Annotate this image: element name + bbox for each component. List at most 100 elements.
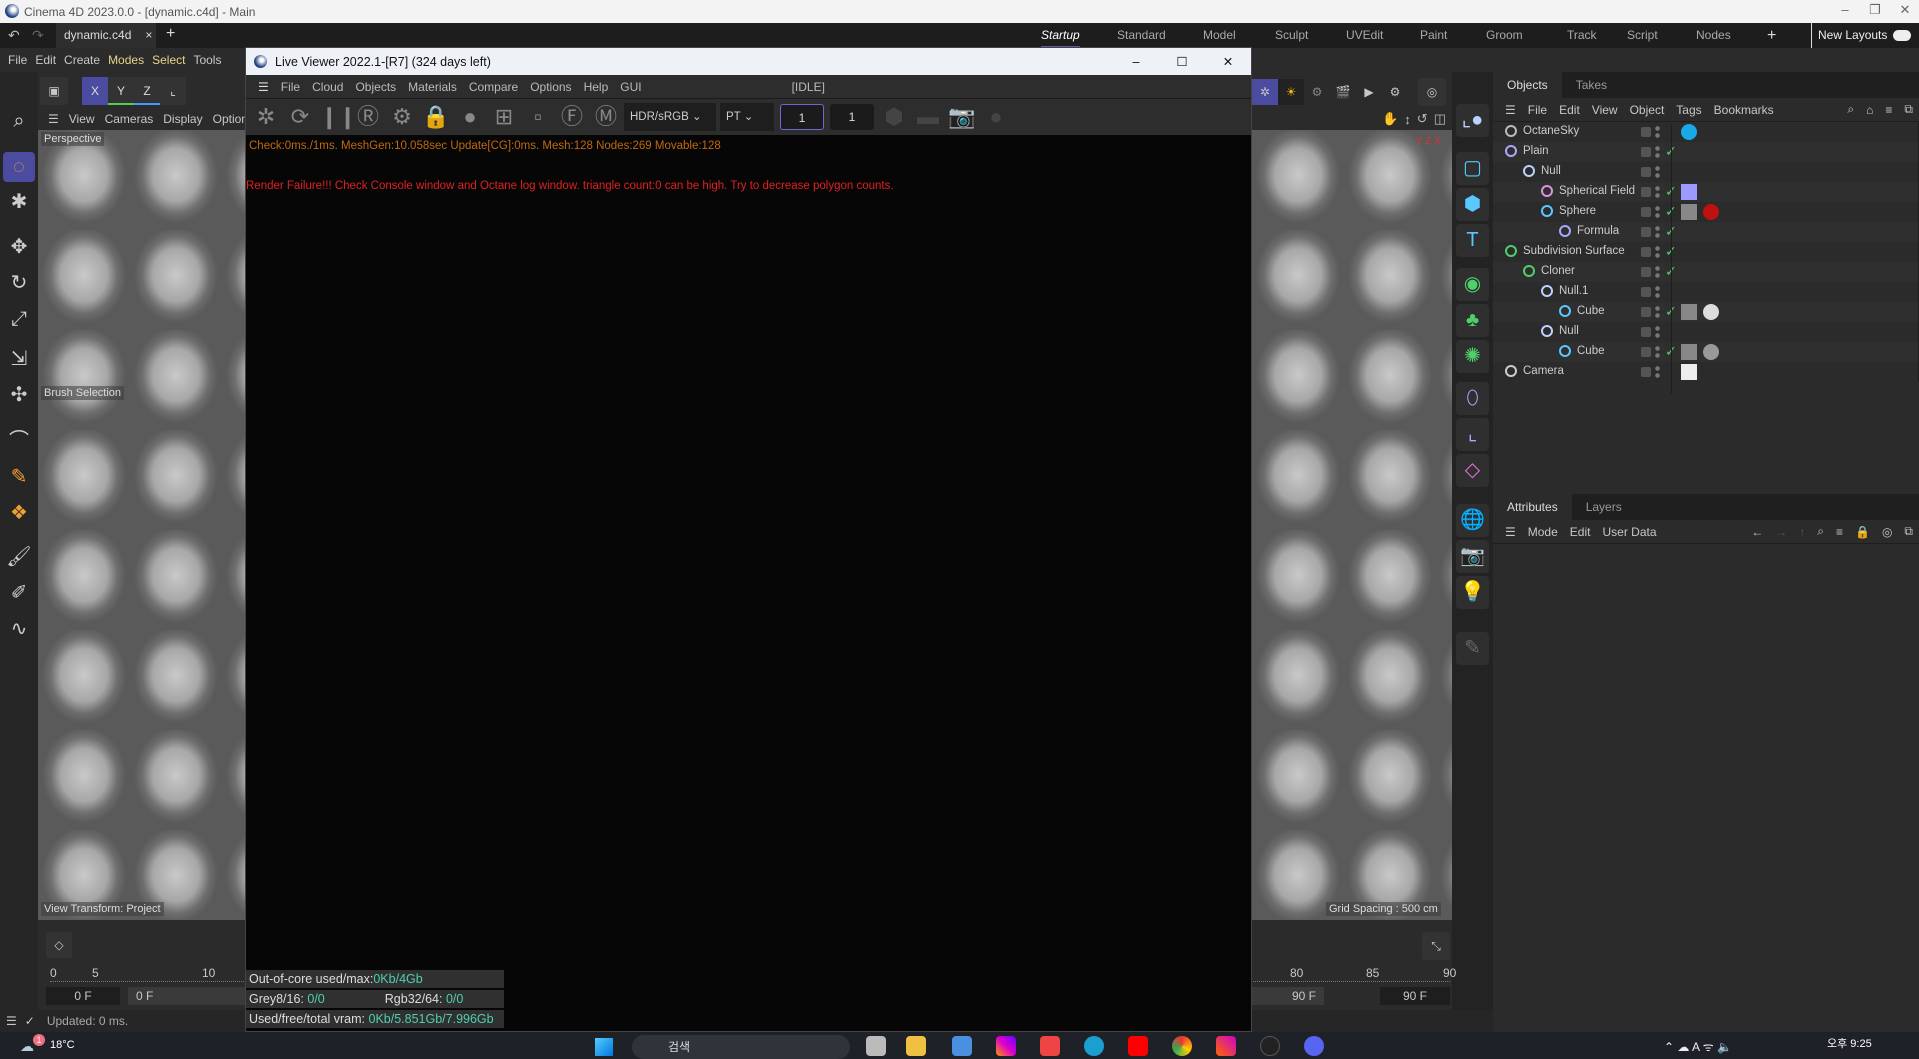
edit-toggle-icon[interactable] [1641, 267, 1651, 277]
render-view-icon[interactable]: ▣ [40, 77, 68, 105]
lv-menu-cloud[interactable]: Cloud [312, 80, 343, 94]
null-object-icon[interactable]: ⌞● [1456, 104, 1489, 137]
coordinate-system-icon[interactable]: ⌞ [160, 77, 186, 105]
lock-icon[interactable]: 🔒 [422, 103, 450, 131]
store-icon[interactable] [952, 1036, 972, 1056]
windows-start-icon[interactable] [595, 1038, 613, 1056]
edit-toggle-icon[interactable] [1641, 307, 1651, 317]
move-icon[interactable]: ✥ [3, 232, 35, 262]
edit-toggle-icon[interactable] [1641, 187, 1651, 197]
layout-tab-standard[interactable]: Standard [1117, 23, 1166, 48]
visibility-dots-icon[interactable] [1655, 245, 1660, 259]
lv-minimize-button[interactable]: – [1113, 55, 1159, 69]
clay-icon[interactable]: ▬ [914, 103, 942, 131]
lv-menu-compare[interactable]: Compare [469, 80, 518, 94]
file-explorer-icon[interactable] [906, 1036, 926, 1056]
camera-tag-icon[interactable] [1681, 364, 1697, 380]
attributes-menu-edit[interactable]: Edit [1570, 525, 1591, 539]
search-icon[interactable]: ⌕ [1817, 524, 1824, 539]
send-scene-icon[interactable]: ✲ [252, 103, 280, 131]
octane-light-icon[interactable]: 💡 [1456, 576, 1489, 609]
layout-tab-sculpt[interactable]: Sculpt [1275, 23, 1308, 48]
edit-toggle-icon[interactable] [1641, 127, 1651, 137]
region-render-icon[interactable]: Ⓡ [354, 103, 382, 131]
array-icon[interactable]: ♣ [1456, 304, 1489, 337]
text-icon[interactable]: T [1456, 224, 1489, 257]
menu-create[interactable]: Create [64, 53, 100, 67]
objects-menu-view[interactable]: View [1592, 103, 1618, 117]
record-icon[interactable]: ● [982, 103, 1010, 131]
visibility-dots-icon[interactable] [1655, 185, 1660, 199]
focus-picker-icon[interactable]: Ⓕ [558, 103, 586, 131]
lv-menu-gui[interactable]: GUI [620, 80, 641, 94]
tab-attributes[interactable]: Attributes [1493, 494, 1572, 520]
live-selection-icon[interactable]: ◌ [3, 152, 35, 182]
edit-toggle-icon[interactable] [1641, 367, 1651, 377]
undo-icon[interactable]: ↶ [8, 27, 20, 44]
edit-toggle-icon[interactable] [1641, 327, 1651, 337]
cinema4d-taskbar-icon[interactable] [1260, 1036, 1280, 1056]
spline-brush-icon[interactable]: ✎ [3, 462, 35, 492]
object-row[interactable]: Cube ✓ [1493, 342, 1918, 362]
x-axis-lock[interactable]: X [82, 77, 108, 105]
lv-menu-help[interactable]: Help [584, 80, 609, 94]
texture-tag-icon[interactable] [1681, 344, 1697, 360]
edit-toggle-icon[interactable] [1641, 227, 1651, 237]
hexagon-icon[interactable]: ⬢ [880, 103, 908, 131]
render-play-icon[interactable]: ▶ [1356, 79, 1382, 105]
keyframe-icon[interactable]: ◇ [46, 932, 72, 958]
settings-gear-icon[interactable]: ⚙ [388, 103, 416, 131]
objects-menu-file[interactable]: File [1528, 103, 1547, 117]
octane-camera-icon[interactable]: 📷 [1456, 540, 1489, 573]
layout-tab-nodes[interactable]: Nodes [1696, 23, 1731, 48]
layout-tab-paint[interactable]: Paint [1420, 23, 1447, 48]
edit-toggle-icon[interactable] [1641, 347, 1651, 357]
status-menu-icon[interactable]: ☰ [6, 1014, 17, 1028]
restore-button[interactable]: ❐ [1860, 2, 1890, 18]
close-button[interactable]: ✕ [1890, 2, 1919, 18]
cube-icon[interactable]: ⬢ [1456, 188, 1489, 221]
attributes-menu-user-data[interactable]: User Data [1602, 525, 1656, 539]
snap-icon[interactable]: ✣ [3, 380, 35, 410]
lv-close-button[interactable]: ✕ [1205, 54, 1251, 69]
visibility-dots-icon[interactable] [1655, 225, 1660, 239]
visibility-dots-icon[interactable] [1655, 345, 1660, 359]
texture-tag-icon[interactable] [1681, 304, 1697, 320]
octane-sky-icon[interactable]: 🌐 [1456, 504, 1489, 537]
knife-icon[interactable]: ✐ [3, 578, 35, 608]
filter-icon[interactable]: ≡ [1885, 103, 1892, 117]
menu-file[interactable]: File [8, 53, 27, 67]
chrome-icon[interactable] [1172, 1036, 1192, 1056]
paint-brush-icon[interactable]: 🖌 [3, 542, 35, 572]
white-material-icon[interactable] [1703, 304, 1719, 320]
restart-icon[interactable]: ⟳ [286, 103, 314, 131]
objects-menu-tags[interactable]: Tags [1676, 103, 1701, 117]
object-row[interactable]: Sphere ✓ [1493, 202, 1918, 222]
layout-tab-groom[interactable]: Groom [1486, 23, 1523, 48]
octane-sky-tag-icon[interactable] [1681, 124, 1697, 140]
menu-edit[interactable]: Edit [35, 53, 56, 67]
lv-menu-objects[interactable]: Objects [355, 80, 396, 94]
lv-maximize-button[interactable]: ☐ [1159, 54, 1205, 69]
attributes-hamburger-icon[interactable]: ☰ [1505, 525, 1516, 539]
edge-icon[interactable] [1084, 1036, 1104, 1056]
layout-tab-script[interactable]: Script [1627, 23, 1658, 48]
object-row[interactable]: Null [1493, 322, 1918, 342]
magnet-icon[interactable]: ∿ [3, 614, 35, 644]
viewport-right[interactable]: Y Z X Grid Spacing : 500 cm [1252, 130, 1452, 920]
object-row[interactable]: Cube ✓ [1493, 302, 1918, 322]
object-row[interactable]: Subdivision Surface ✓ [1493, 242, 1918, 262]
viewport-left[interactable]: Perspective Brush Selection View Transfo… [38, 130, 245, 920]
subdivision-icon[interactable]: ◉ [1456, 268, 1489, 301]
material-picker-icon[interactable]: Ⓜ [592, 103, 620, 131]
objects-hamburger-icon[interactable]: ☰ [1505, 103, 1516, 117]
film-region-icon[interactable]: ▫ [524, 103, 552, 131]
objects-menu-edit[interactable]: Edit [1559, 103, 1580, 117]
add-layout-icon[interactable]: + [1767, 23, 1776, 48]
forward-arrow-icon[interactable]: → [1775, 525, 1787, 539]
object-row[interactable]: Plain ✓ [1493, 142, 1918, 162]
layout-tab-model[interactable]: Model [1203, 23, 1236, 48]
field-icon[interactable]: ◇ [1456, 454, 1489, 487]
weather-icon[interactable]: ☁ [20, 1038, 34, 1055]
taskbar-search[interactable]: 검색 [632, 1035, 850, 1059]
